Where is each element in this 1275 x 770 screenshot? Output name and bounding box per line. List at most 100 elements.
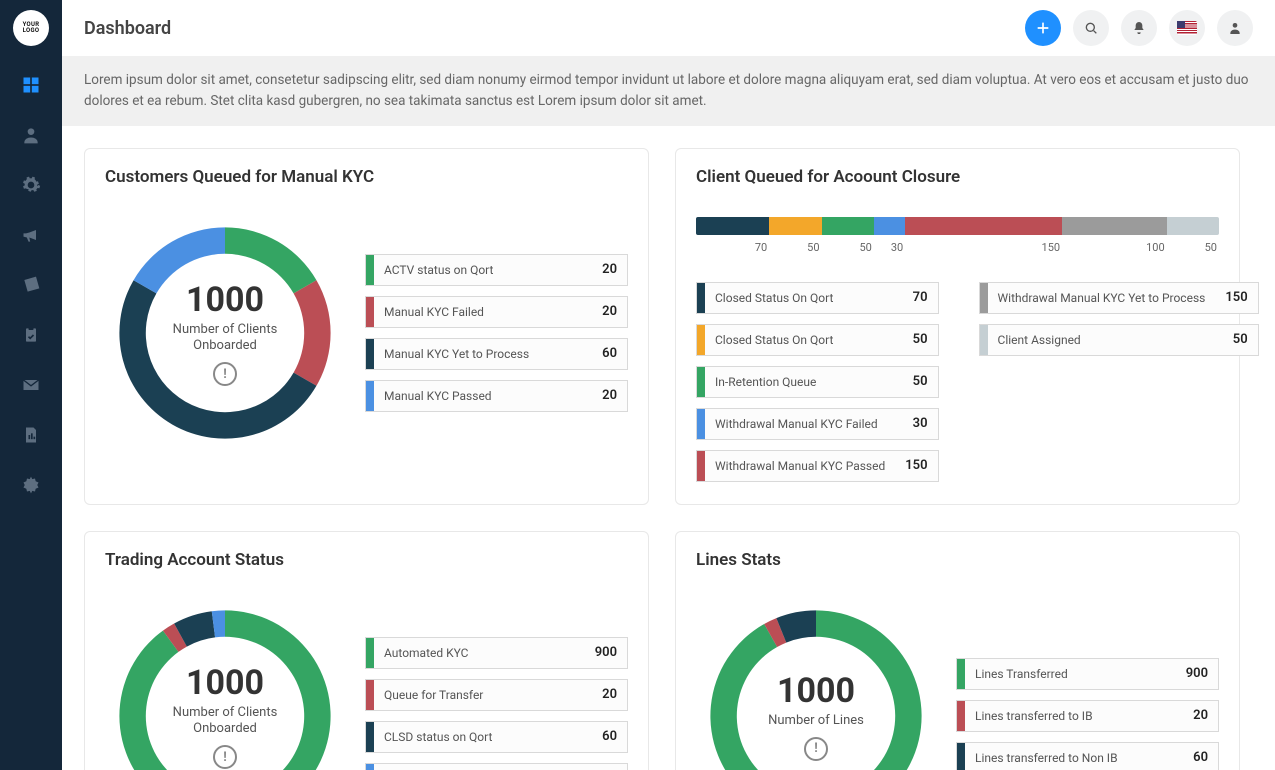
flag-us-icon (1177, 21, 1197, 35)
add-button[interactable] (1025, 10, 1061, 46)
legend-row[interactable]: Manual KYC Failed20 (365, 296, 628, 328)
legend-value: 150 (1215, 290, 1257, 305)
bar-segment (874, 217, 905, 235)
card-title: Customers Queued for Manual KYC (105, 167, 628, 187)
legend-label: Closed Status On Qort (705, 333, 903, 347)
legend-label: ACTV status on Qort (374, 263, 592, 277)
trading-center-label: Number of ClientsOnboarded (173, 705, 278, 738)
legend-label: Withdrawal Manual KYC Passed (705, 459, 895, 473)
user-icon[interactable] (20, 124, 42, 146)
legend-swatch (697, 283, 705, 313)
legend-row[interactable]: Manual KYC Yet to Process60 (365, 338, 628, 370)
legend-swatch (980, 325, 988, 355)
legend-label: Queue for Transfer (374, 688, 592, 702)
card-title: Trading Account Status (105, 550, 628, 570)
notifications-button[interactable] (1121, 10, 1157, 46)
closure-legend-right: Withdrawal Manual KYC Yet to Process150 C… (979, 282, 1259, 482)
legend-row[interactable]: Lines transferred to IB20 (956, 700, 1219, 732)
legend-value: 60 (592, 346, 627, 361)
legend-label: Lines transferred to IB (965, 709, 1183, 723)
locale-button[interactable] (1169, 10, 1205, 46)
legend-value: 60 (592, 729, 627, 744)
app-logo[interactable]: YOURLOGO (13, 10, 49, 46)
bar-segment-label: 150 (905, 241, 1062, 254)
kyc-center-value: 1000 (186, 280, 264, 320)
legend-row[interactable]: In-Retention Queue50 (696, 366, 939, 398)
legend-label: Manual KYC Yet to Process (374, 347, 592, 361)
bar-segment (822, 217, 874, 235)
legend-row[interactable]: Manual KYC Passed20 (365, 380, 628, 412)
legend-label: Client Assigned (988, 333, 1223, 347)
legend-value: 70 (903, 290, 938, 305)
alert-icon: ! (213, 362, 237, 386)
legend-row[interactable]: Closed Status On Qort50 (696, 324, 939, 356)
legend-value: 20 (592, 388, 627, 403)
kyc-center-label: Number of ClientsOnboarded (173, 322, 278, 355)
topbar: Dashboard (62, 0, 1275, 56)
legend-swatch (957, 743, 965, 770)
bar-segment (696, 217, 769, 235)
trading-legend: Automated KYC900 Queue for Transfer20 CLSD… (365, 637, 628, 770)
legend-row[interactable]: Withdrawal Manual KYC Passed150 (696, 450, 939, 482)
closure-stacked-bar (696, 217, 1219, 235)
legend-row[interactable]: Withdrawal Manual KYC Failed30 (696, 408, 939, 440)
legend-row[interactable]: Queue for Transfer20 (365, 679, 628, 711)
search-button[interactable] (1073, 10, 1109, 46)
legend-value: 30 (903, 416, 938, 431)
bar-segment-label: 100 (1062, 241, 1167, 254)
card-lines-stats: Lines Stats 1000 Number of Lines ! (675, 531, 1240, 770)
legend-swatch (697, 325, 705, 355)
mail-icon[interactable] (20, 374, 42, 396)
legend-value: 20 (592, 687, 627, 702)
alert-icon: ! (804, 737, 828, 761)
legend-swatch (980, 283, 988, 313)
legend-row[interactable]: Withdrawal Manual KYC Yet to Process150 (979, 282, 1259, 314)
legend-row[interactable]: ACTV status on Qort20 (365, 254, 628, 286)
alert-icon: ! (213, 745, 237, 769)
legend-swatch (366, 680, 374, 710)
closure-bar-labels: 7050503015010050 (696, 241, 1219, 254)
legend-swatch (697, 451, 705, 481)
legend-row[interactable]: Lines Transferred900 (956, 658, 1219, 690)
bar-segment-label: 50 (822, 241, 874, 254)
bar-segment (1062, 217, 1167, 235)
clipboard-icon[interactable] (20, 324, 42, 346)
lines-center-label: Number of Lines (768, 713, 864, 729)
report-icon[interactable] (20, 424, 42, 446)
kyc-donut-chart: 1000 Number of ClientsOnboarded ! (105, 213, 345, 453)
trading-center-value: 1000 (186, 663, 264, 703)
megaphone-icon[interactable] (20, 224, 42, 246)
lines-donut-chart: 1000 Number of Lines ! (696, 596, 936, 770)
bar-segment (1167, 217, 1219, 235)
legend-row[interactable]: Lines transferred to Non IB60 (956, 742, 1219, 770)
intro-text: Lorem ipsum dolor sit amet, consetetur s… (62, 56, 1275, 126)
legend-row[interactable]: Automated KYC900 (365, 637, 628, 669)
legend-value: 60 (1183, 750, 1218, 765)
legend-label: In-Retention Queue (705, 375, 903, 389)
legend-value: 20 (592, 304, 627, 319)
legend-value: 50 (903, 374, 938, 389)
legend-label: Lines Transferred (965, 667, 1176, 681)
legend-row[interactable]: Closed Status On Qort70 (696, 282, 939, 314)
page-title: Dashboard (84, 18, 171, 39)
dashboard-icon[interactable] (20, 74, 42, 96)
sidebar: YOURLOGO (0, 0, 62, 770)
lines-legend: Lines Transferred900 Lines transferred to… (956, 658, 1219, 770)
gear-icon[interactable] (20, 174, 42, 196)
ticket-icon[interactable] (20, 274, 42, 296)
legend-value: 20 (592, 262, 627, 277)
card-title: Client Queued for Acoount Closure (696, 167, 1219, 187)
settings-icon[interactable] (20, 474, 42, 496)
legend-swatch (697, 367, 705, 397)
legend-label: Closed Status On Qort (705, 291, 903, 305)
card-title: Lines Stats (696, 550, 1219, 570)
legend-row[interactable]: CLSD status on Qort60 (365, 721, 628, 753)
legend-row[interactable]: Client Assigned50 (979, 324, 1259, 356)
profile-button[interactable] (1217, 10, 1253, 46)
closure-legend-left: Closed Status On Qort70Closed Status On … (696, 282, 939, 482)
bar-segment (905, 217, 1062, 235)
legend-label: Withdrawal Manual KYC Failed (705, 417, 903, 431)
legend-label: CLSD status on Qort (374, 730, 592, 744)
legend-swatch (366, 381, 374, 411)
legend-row[interactable]: Yet to Process20 (365, 763, 628, 770)
